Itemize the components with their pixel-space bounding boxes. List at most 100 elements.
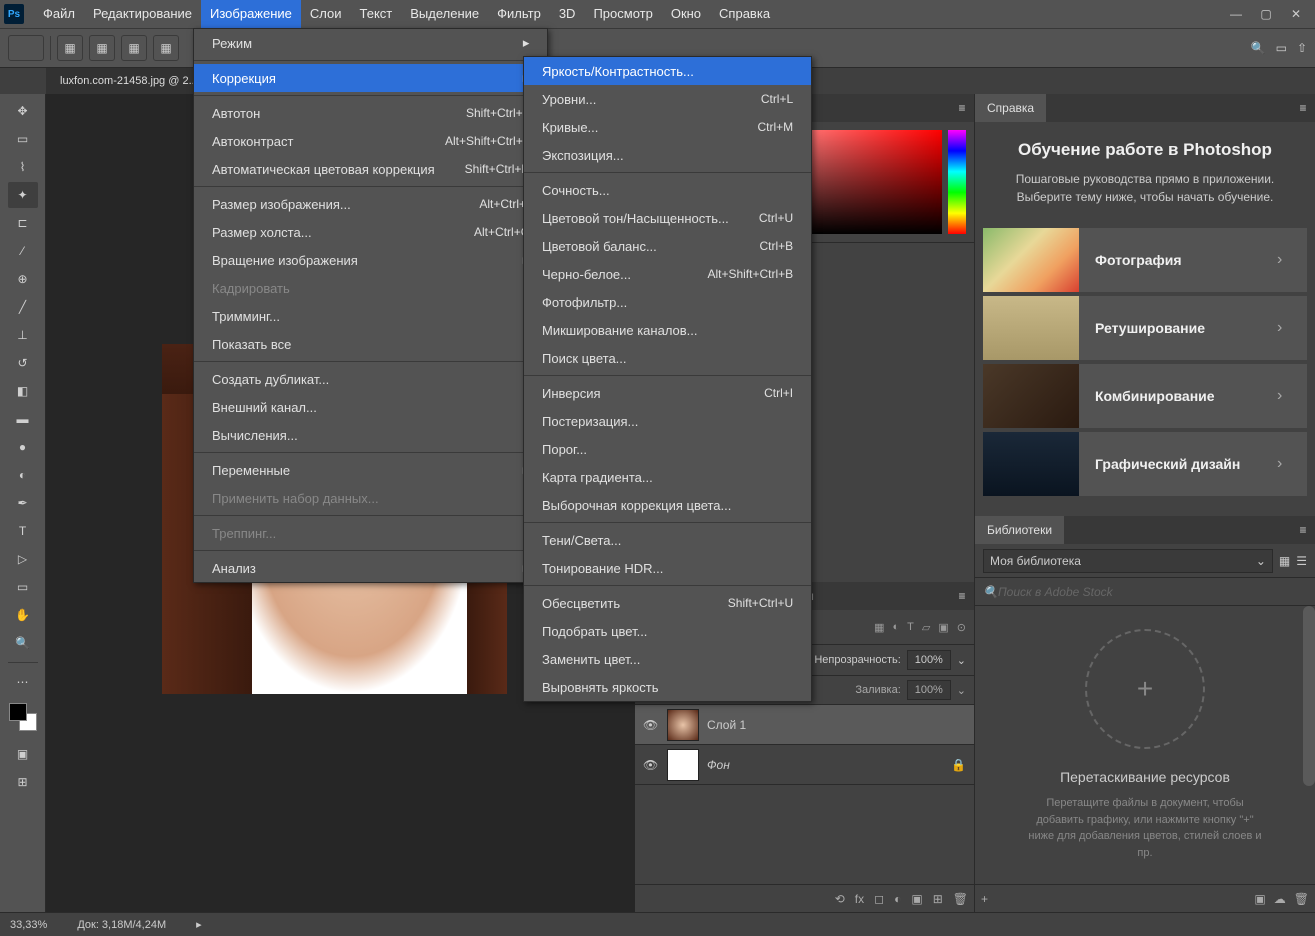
add-icon[interactable]: +	[1085, 629, 1205, 749]
menu-item[interactable]: Выровнять яркость	[524, 673, 811, 701]
opacity-input[interactable]: 100%	[907, 650, 951, 670]
layer-style-icon[interactable]: fx	[855, 892, 864, 906]
panel-menu-icon[interactable]: ≡	[1291, 101, 1315, 115]
menu-изображение[interactable]: Изображение	[201, 0, 301, 28]
filter-pixel-icon[interactable]: ▦	[874, 621, 884, 634]
library-search[interactable]: 🔍 Поиск в Adobe Stock	[975, 578, 1315, 606]
list-view-icon[interactable]: ☰	[1296, 554, 1307, 568]
menu-item[interactable]: Яркость/Контрастность...	[524, 57, 811, 85]
crop-tool[interactable]: ⊏	[8, 210, 38, 236]
menu-item[interactable]: Кривые...Ctrl+M	[524, 113, 811, 141]
menu-item[interactable]: ОбесцветитьShift+Ctrl+U	[524, 589, 811, 617]
library-select[interactable]: Моя библиотека⌄	[983, 549, 1273, 573]
filter-type-icon[interactable]: T	[907, 621, 914, 634]
blur-tool[interactable]: ●	[8, 434, 38, 460]
hand-tool[interactable]: ✋	[8, 602, 38, 628]
menu-item[interactable]: Постеризация...	[524, 407, 811, 435]
menu-item[interactable]: Вычисления...	[194, 421, 547, 449]
workspace-icon[interactable]: ▭	[1276, 41, 1287, 55]
history-brush-tool[interactable]: ↺	[8, 350, 38, 376]
stock-icon[interactable]: ▣	[1254, 892, 1265, 906]
quick-mask-icon[interactable]: ▣	[8, 741, 38, 767]
layer-name[interactable]: Слой 1	[707, 718, 966, 732]
menu-файл[interactable]: Файл	[34, 0, 84, 28]
libraries-tab[interactable]: Библиотеки	[975, 516, 1064, 544]
fill-input[interactable]: 100%	[907, 680, 951, 700]
menu-item[interactable]: Режим▸	[194, 29, 547, 57]
library-drop-zone[interactable]: + Перетаскивание ресурсов Перетащите фай…	[975, 606, 1315, 884]
move-tool[interactable]: ✥	[8, 98, 38, 124]
menu-item[interactable]: Переменные▸	[194, 456, 547, 484]
menu-3d[interactable]: 3D	[550, 0, 585, 28]
menu-item[interactable]: Создать дубликат...	[194, 365, 547, 393]
link-layers-icon[interactable]: ⟲	[835, 892, 845, 906]
selection-intersect-icon[interactable]: ▦	[153, 35, 179, 61]
pen-tool[interactable]: ✒	[8, 490, 38, 516]
learn-topic[interactable]: Фотография ›	[983, 228, 1307, 292]
menu-справка[interactable]: Справка	[710, 0, 779, 28]
adjustment-layer-icon[interactable]: ◐	[894, 892, 901, 906]
menu-item[interactable]: Сочность...	[524, 176, 811, 204]
menu-item[interactable]: Размер холста...Alt+Ctrl+C	[194, 218, 547, 246]
color-swatches[interactable]	[9, 703, 37, 731]
filter-adjust-icon[interactable]: ◐	[893, 621, 900, 634]
filter-shape-icon[interactable]: ▱	[922, 621, 930, 634]
group-icon[interactable]: ▣	[911, 892, 922, 906]
visibility-icon[interactable]: 👁	[643, 718, 659, 732]
layer-name[interactable]: Фон	[707, 758, 943, 772]
learn-topic[interactable]: Комбинирование ›	[983, 364, 1307, 428]
menu-просмотр[interactable]: Просмотр	[584, 0, 661, 28]
close-button[interactable]: ✕	[1281, 4, 1311, 24]
menu-item[interactable]: Цветовой тон/Насыщенность...Ctrl+U	[524, 204, 811, 232]
cloud-icon[interactable]: ☁	[1274, 892, 1286, 906]
filter-smart-icon[interactable]: ▣	[938, 621, 948, 634]
layer-thumbnail[interactable]	[667, 749, 699, 781]
menu-окно[interactable]: Окно	[662, 0, 710, 28]
menu-item[interactable]: Тримминг...	[194, 302, 547, 330]
hue-slider[interactable]	[948, 130, 966, 234]
selection-new-icon[interactable]: ▦	[57, 35, 83, 61]
scrollbar-thumb[interactable]	[1303, 606, 1315, 786]
visibility-icon[interactable]: 👁	[643, 758, 659, 772]
gradient-tool[interactable]: ▬	[8, 406, 38, 432]
menu-слои[interactable]: Слои	[301, 0, 351, 28]
brush-tool[interactable]: ╱	[8, 294, 38, 320]
panel-menu-icon[interactable]: ≡	[1291, 523, 1315, 537]
document-tab[interactable]: luxfon.com-21458.jpg @ 2...	[46, 68, 212, 94]
marquee-tool[interactable]: ▭	[8, 126, 38, 152]
menu-item[interactable]: Цветовой баланс...Ctrl+B	[524, 232, 811, 260]
menu-item[interactable]: Выборочная коррекция цвета...	[524, 491, 811, 519]
layer-mask-icon[interactable]: ◻	[874, 892, 884, 906]
menu-item[interactable]: АвтотонShift+Ctrl+L	[194, 99, 547, 127]
menu-item[interactable]: Показать все	[194, 330, 547, 358]
maximize-button[interactable]: ▢	[1251, 4, 1281, 24]
layer-thumbnail[interactable]	[667, 709, 699, 741]
delete-layer-icon[interactable]: 🗑	[953, 892, 968, 906]
new-layer-icon[interactable]: ⊞	[933, 892, 943, 906]
menu-текст[interactable]: Текст	[351, 0, 402, 28]
menu-item[interactable]: Коррекция▸	[194, 64, 547, 92]
menu-item[interactable]: Микширование каналов...	[524, 316, 811, 344]
learn-topic[interactable]: Графический дизайн ›	[983, 432, 1307, 496]
dodge-tool[interactable]: ◐	[8, 462, 38, 488]
learn-topic[interactable]: Ретуширование ›	[983, 296, 1307, 360]
tool-preset-picker[interactable]	[8, 35, 44, 61]
help-tab[interactable]: Справка	[975, 94, 1046, 122]
edit-toolbar[interactable]: ⋯	[8, 669, 38, 695]
path-selection-tool[interactable]: ▷	[8, 546, 38, 572]
panel-menu-icon[interactable]: ≡	[950, 101, 974, 115]
menu-item[interactable]: Вращение изображения▸	[194, 246, 547, 274]
menu-item[interactable]: Автоматическая цветовая коррекцияShift+C…	[194, 155, 547, 183]
menu-item[interactable]: АвтоконтрастAlt+Shift+Ctrl+L	[194, 127, 547, 155]
selection-subtract-icon[interactable]: ▦	[121, 35, 147, 61]
menu-item[interactable]: Тонирование HDR...	[524, 554, 811, 582]
menu-item[interactable]: Поиск цвета...	[524, 344, 811, 372]
screen-mode-icon[interactable]: ⊞	[8, 769, 38, 795]
minimize-button[interactable]: —	[1221, 4, 1251, 24]
menu-item[interactable]: Внешний канал...	[194, 393, 547, 421]
menu-item[interactable]: Карта градиента...	[524, 463, 811, 491]
eraser-tool[interactable]: ◧	[8, 378, 38, 404]
menu-item[interactable]: Размер изображения...Alt+Ctrl+I	[194, 190, 547, 218]
add-content-icon[interactable]: +	[981, 892, 988, 906]
zoom-level[interactable]: 33,33%	[10, 919, 47, 931]
